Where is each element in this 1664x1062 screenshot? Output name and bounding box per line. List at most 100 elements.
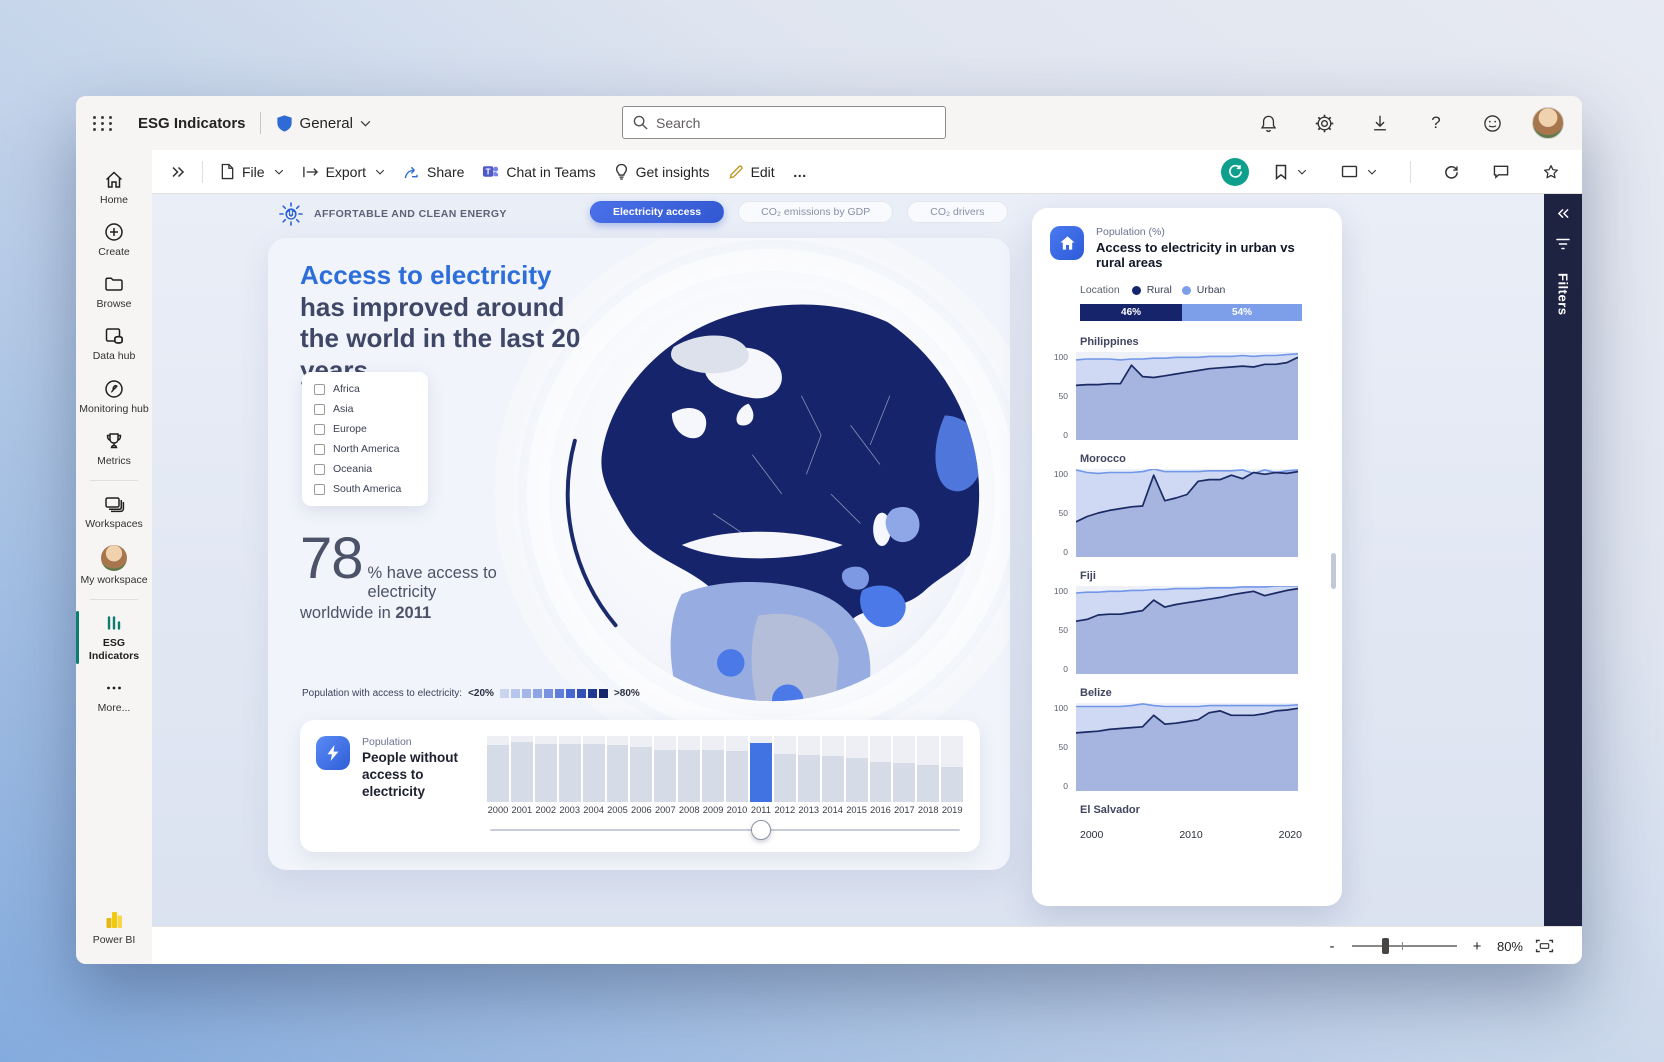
file-menu-button[interactable]: File <box>211 157 293 186</box>
refresh-button[interactable] <box>1435 158 1468 185</box>
year-bar-2017[interactable] <box>893 736 915 802</box>
year-bar-2019[interactable] <box>941 736 963 802</box>
checkbox[interactable] <box>314 384 325 395</box>
favorite-button[interactable] <box>1534 158 1568 186</box>
gear-icon <box>1315 114 1334 133</box>
checkbox[interactable] <box>314 424 325 435</box>
year-bar-2013[interactable] <box>798 736 820 802</box>
year-slider[interactable] <box>486 817 964 843</box>
legend-rural[interactable]: Rural <box>1147 284 1172 296</box>
tab-co2-drivers[interactable]: CO₂ drivers <box>907 201 1007 223</box>
checkbox[interactable] <box>314 464 325 475</box>
collapse-nav-button[interactable] <box>162 160 194 184</box>
filters-label[interactable]: Filters <box>1556 273 1571 316</box>
zoom-in-button[interactable]: + <box>1469 938 1485 955</box>
continent-option[interactable]: Africa <box>314 383 416 395</box>
year-bar-2008[interactable] <box>678 736 700 802</box>
edit-button[interactable]: Edit <box>719 158 784 186</box>
compass-icon <box>103 378 125 400</box>
year-bar-2004[interactable] <box>583 736 605 802</box>
year-bar-2006[interactable] <box>630 736 652 802</box>
bar-value <box>798 755 820 802</box>
sidebar-item-my-workspace[interactable]: My workspace <box>76 538 152 594</box>
continent-label: Africa <box>333 383 360 395</box>
tab-electricity-access[interactable]: Electricity access <box>590 201 724 223</box>
zoom-slider-handle[interactable] <box>1382 938 1389 954</box>
year-bar-2014[interactable] <box>822 736 844 802</box>
continent-option[interactable]: North America <box>314 443 416 455</box>
checkbox[interactable] <box>314 444 325 455</box>
chat-in-teams-button[interactable]: T Chat in Teams <box>473 157 604 186</box>
sidebar-item-browse[interactable]: Browse <box>76 266 152 318</box>
settings-button[interactable] <box>1308 107 1340 139</box>
share-button[interactable]: Share <box>394 158 473 186</box>
zoom-slider[interactable] <box>1352 937 1457 955</box>
year-bar-2005[interactable] <box>607 736 629 802</box>
sidebar-item-workspaces[interactable]: Workspaces <box>76 486 152 538</box>
area-chart[interactable] <box>1076 586 1298 674</box>
tab-co2-emissions-by-gdp[interactable]: CO₂ emissions by GDP <box>738 201 893 223</box>
year-bar-2001[interactable] <box>511 736 533 802</box>
workspace-switcher[interactable]: General <box>300 115 371 132</box>
help-button[interactable]: ? <box>1420 107 1452 139</box>
sidebar-item-metrics[interactable]: Metrics <box>76 423 152 475</box>
year-bar-2003[interactable] <box>559 736 581 802</box>
search-box[interactable] <box>622 106 946 139</box>
export-menu-button[interactable]: Export <box>293 158 394 186</box>
view-button[interactable] <box>1332 159 1386 184</box>
sidebar-item-more[interactable]: More... <box>76 670 152 722</box>
rural-urban-split-bar[interactable]: 46%54% <box>1080 304 1302 321</box>
sidebar-item-power-bi[interactable]: Power BI <box>76 902 152 954</box>
year-bar-2011[interactable] <box>750 736 772 802</box>
feedback-button[interactable] <box>1476 107 1508 139</box>
expand-filters-button[interactable] <box>1557 208 1570 219</box>
area-chart[interactable] <box>1076 703 1298 791</box>
year-bar-2010[interactable] <box>726 736 748 802</box>
checkbox[interactable] <box>314 404 325 415</box>
user-avatar[interactable] <box>1532 107 1564 139</box>
year-slider-handle[interactable] <box>751 820 771 840</box>
more-options-button[interactable]: … <box>784 158 817 186</box>
year-chart[interactable]: 2000200120022003200420052006200720082009… <box>486 736 964 844</box>
area-chart[interactable] <box>1076 469 1298 557</box>
app-launcher-button[interactable] <box>76 96 130 150</box>
sidebar-item-create[interactable]: Create <box>76 214 152 266</box>
continent-option[interactable]: Asia <box>314 403 416 415</box>
reset-filters-button[interactable] <box>1221 158 1249 186</box>
notifications-button[interactable] <box>1252 107 1284 139</box>
year-bar-2012[interactable] <box>774 736 796 802</box>
year-bar-2002[interactable] <box>535 736 557 802</box>
bookmarks-button[interactable] <box>1265 158 1316 186</box>
get-insights-button[interactable]: Get insights <box>605 157 719 186</box>
urban-share-segment[interactable]: 54% <box>1182 304 1302 321</box>
year-bar-2015[interactable] <box>846 736 868 802</box>
legend-swatch <box>522 689 531 698</box>
fit-to-page-button[interactable] <box>1535 939 1554 953</box>
legend-swatch <box>588 689 597 698</box>
year-bar-2007[interactable] <box>654 736 676 802</box>
year-bar-2009[interactable] <box>702 736 724 802</box>
download-button[interactable] <box>1364 107 1396 139</box>
panel-scrollbar[interactable] <box>1331 553 1336 589</box>
year-slider-track <box>490 829 960 831</box>
rural-share-segment[interactable]: 46% <box>1080 304 1182 321</box>
smiley-icon <box>1483 114 1502 133</box>
search-input[interactable] <box>656 115 935 131</box>
sidebar-item-monitoring-hub[interactable]: Monitoring hub <box>76 371 152 423</box>
continent-option[interactable]: Oceania <box>314 463 416 475</box>
continent-option[interactable]: Europe <box>314 423 416 435</box>
zoom-out-button[interactable]: - <box>1324 938 1340 955</box>
area-chart[interactable] <box>1076 352 1298 440</box>
bookmark-icon <box>1274 164 1288 180</box>
legend-urban[interactable]: Urban <box>1197 284 1226 296</box>
comments-button[interactable] <box>1484 158 1518 185</box>
year-bar-2018[interactable] <box>917 736 939 802</box>
sidebar-item-data-hub[interactable]: Data hub <box>76 318 152 370</box>
year-bar-2000[interactable] <box>487 736 509 802</box>
globe-map[interactable] <box>556 278 988 710</box>
sidebar-item-esg-indicators[interactable]: ESG Indicators <box>76 605 152 670</box>
checkbox[interactable] <box>314 484 325 495</box>
sidebar-item-home[interactable]: Home <box>76 162 152 214</box>
continent-option[interactable]: South America <box>314 483 416 495</box>
year-bar-2016[interactable] <box>870 736 892 802</box>
